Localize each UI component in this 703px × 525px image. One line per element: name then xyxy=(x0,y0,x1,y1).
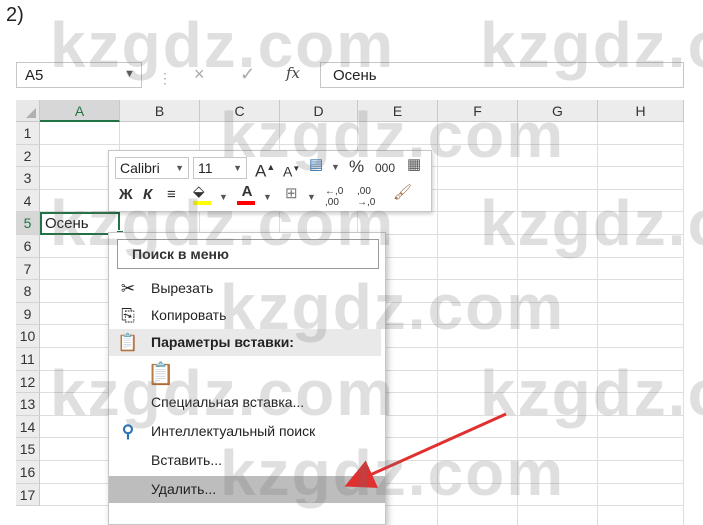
annotation-arrow xyxy=(344,412,507,488)
